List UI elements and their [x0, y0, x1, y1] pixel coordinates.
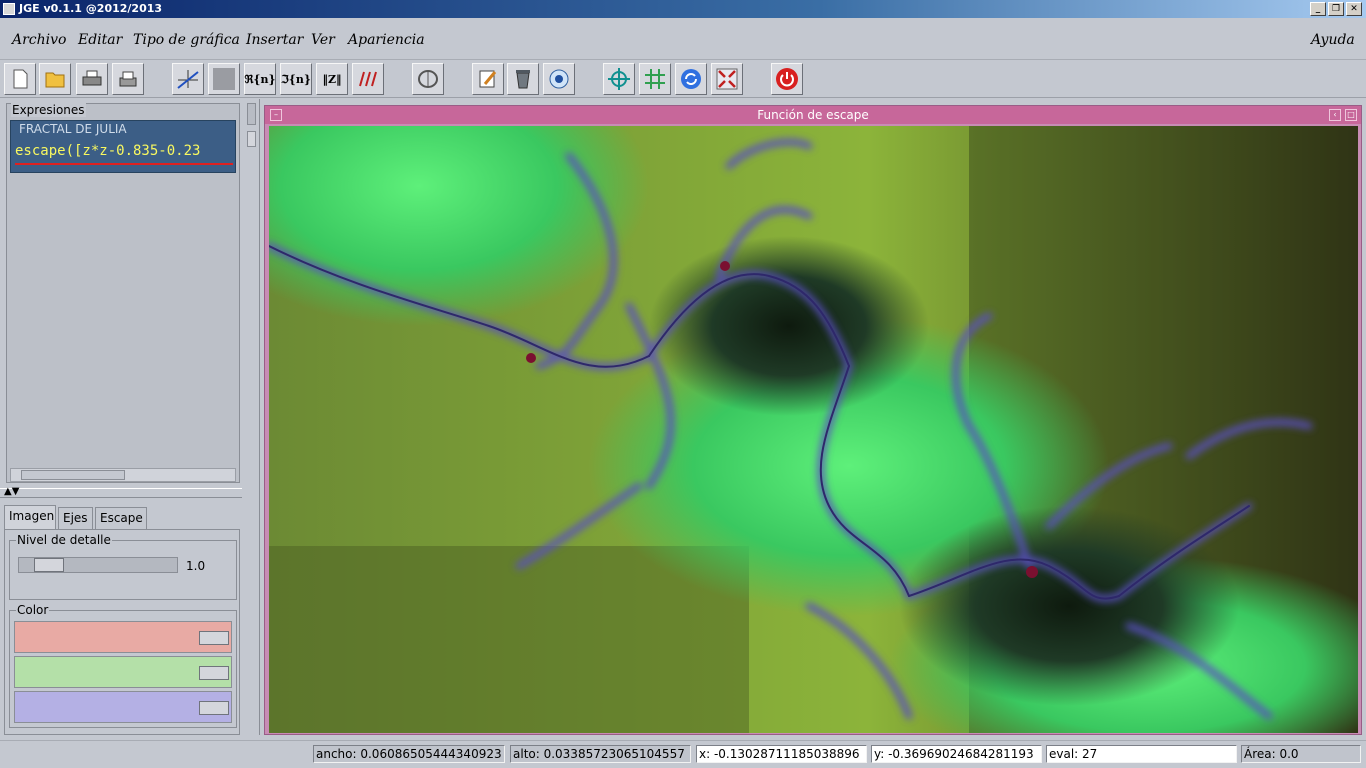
- tab-imagen[interactable]: Imagen: [4, 505, 56, 529]
- complex-plane-button[interactable]: [412, 63, 444, 95]
- status-alto: alto: 0.03385723065104557: [510, 745, 691, 763]
- menu-ayuda[interactable]: Ayuda: [1311, 32, 1355, 48]
- real-sequence-icon: ℜ{n}: [244, 72, 276, 86]
- left-panel: Expresiones FRACTAL DE JULIA escape([z*z…: [0, 99, 242, 735]
- zoom-fit-button[interactable]: [711, 63, 743, 95]
- color-label: Color: [16, 603, 50, 617]
- menu-tipo-de-grafica[interactable]: Tipo de gráfica: [133, 32, 240, 48]
- grid-icon: [645, 69, 665, 89]
- crosshair-button[interactable]: [603, 63, 635, 95]
- view-icon: [549, 69, 569, 89]
- exit-button[interactable]: [771, 63, 803, 95]
- scrollbar-thumb[interactable]: [21, 470, 125, 480]
- refresh-button[interactable]: [675, 63, 707, 95]
- modulus-button[interactable]: ‖Z‖: [316, 63, 348, 95]
- tab-ejes[interactable]: Ejes: [58, 507, 93, 529]
- graph-window-title: Función de escape: [757, 108, 869, 122]
- open-folder-button[interactable]: [39, 63, 71, 95]
- slider-knob[interactable]: [34, 558, 64, 572]
- detail-value: 1.0: [186, 559, 206, 573]
- green-bar-handle[interactable]: [199, 666, 229, 680]
- cartesian-plot-button[interactable]: [172, 63, 204, 95]
- detail-slider[interactable]: [18, 557, 178, 573]
- expression-underline: [15, 163, 233, 165]
- print-icon: [82, 70, 102, 86]
- tab-content: Nivel de detalle 1.0 Color: [4, 529, 240, 735]
- minimize-button[interactable]: _: [1310, 2, 1326, 16]
- graph-window-menu-icon[interactable]: –: [270, 109, 282, 121]
- expression-title: FRACTAL DE JULIA: [19, 122, 127, 136]
- restore-button[interactable]: ❐: [1328, 2, 1344, 16]
- panel-splitter[interactable]: ▲▼: [0, 486, 242, 498]
- status-area: Área: 0.0: [1241, 745, 1361, 763]
- modulus-icon: ‖Z‖: [322, 72, 342, 86]
- status-y: y: -0.36969024684281193: [871, 745, 1042, 763]
- red-color-bar[interactable]: [14, 621, 232, 653]
- splitter-arrows-icon[interactable]: ▲▼: [4, 486, 19, 497]
- expressions-label: Expresiones: [11, 103, 86, 117]
- open-folder-icon: [45, 72, 65, 88]
- power-icon: [776, 68, 798, 90]
- status-bar: ancho: 0.06086505444340923 alto: 0.03385…: [0, 740, 1366, 768]
- close-button[interactable]: ✕: [1346, 2, 1362, 16]
- red-bar-handle[interactable]: [199, 631, 229, 645]
- title-bar: JGE v0.1.1 @2012/2013 _ ❐ ✕: [0, 0, 1366, 18]
- new-file-button[interactable]: [4, 63, 36, 95]
- blue-color-bar[interactable]: [14, 691, 232, 723]
- status-ancho: ancho: 0.06086505444340923: [313, 745, 505, 763]
- zoom-fit-icon: [716, 68, 738, 90]
- graph-window: – Función de escape ‹ □: [264, 105, 1362, 735]
- edit-icon: [479, 70, 497, 88]
- status-eval: eval: 27: [1046, 745, 1237, 763]
- new-file-icon: [13, 69, 28, 89]
- vector-field-icon: [359, 71, 377, 87]
- status-x: x: -0.13028711185038896: [696, 745, 867, 763]
- edit-button[interactable]: [472, 63, 504, 95]
- toolbar: ℜ{n} ℑ{n} ‖Z‖: [0, 60, 1366, 98]
- print-preview-button[interactable]: [112, 63, 144, 95]
- graph-window-maximize-icon[interactable]: □: [1345, 109, 1357, 121]
- blue-bar-handle[interactable]: [199, 701, 229, 715]
- view-button[interactable]: [543, 63, 575, 95]
- tab-escape[interactable]: Escape: [95, 507, 147, 529]
- fractal-canvas[interactable]: [269, 126, 1358, 733]
- menu-ver[interactable]: Ver: [311, 32, 335, 48]
- color-group: Color: [9, 603, 237, 728]
- green-color-bar[interactable]: [14, 656, 232, 688]
- splitter-knob[interactable]: [247, 131, 256, 147]
- window-title: JGE v0.1.1 @2012/2013: [19, 2, 163, 15]
- delete-icon: [516, 70, 530, 89]
- menu-insertar[interactable]: Insertar: [246, 32, 303, 48]
- menu-editar[interactable]: Editar: [78, 32, 122, 48]
- menu-bar: Archivo Editar Tipo de gráfica Insertar …: [0, 18, 1366, 60]
- detail-group: Nivel de detalle 1.0: [9, 533, 237, 600]
- graph-window-titlebar[interactable]: – Función de escape ‹ □: [265, 106, 1361, 124]
- julia-fractal-image[interactable]: [269, 126, 1358, 733]
- grid-button[interactable]: [639, 63, 671, 95]
- horizontal-scrollbar[interactable]: [10, 468, 236, 482]
- graph-window-minimize-icon[interactable]: ‹: [1329, 109, 1341, 121]
- menu-apariencia[interactable]: Apariencia: [348, 32, 425, 48]
- real-sequence-button[interactable]: ℜ{n}: [244, 63, 276, 95]
- splitter-track: [247, 103, 256, 125]
- crosshair-icon: [608, 68, 630, 90]
- vertical-splitter[interactable]: [242, 99, 260, 735]
- menu-archivo[interactable]: Archivo: [12, 32, 66, 48]
- app-icon: [3, 3, 15, 15]
- imaginary-sequence-icon: ℑ{n}: [281, 72, 311, 86]
- expressions-panel: Expresiones FRACTAL DE JULIA escape([z*z…: [6, 103, 240, 483]
- imaginary-sequence-button[interactable]: ℑ{n}: [280, 63, 312, 95]
- cartesian-plot-icon: [177, 70, 199, 89]
- print-button[interactable]: [76, 63, 108, 95]
- refresh-icon: [681, 69, 701, 89]
- vector-field-button[interactable]: [352, 63, 384, 95]
- expression-formula[interactable]: escape([z*z-0.835-0.23: [15, 143, 233, 159]
- detail-label: Nivel de detalle: [16, 533, 112, 547]
- complex-plane-icon: [418, 70, 438, 88]
- grayed-plot-button[interactable]: [208, 63, 240, 95]
- delete-button[interactable]: [507, 63, 539, 95]
- print-preview-icon: [119, 71, 137, 87]
- grayed-plot-icon: [213, 68, 235, 90]
- expression-item[interactable]: FRACTAL DE JULIA escape([z*z-0.835-0.23: [10, 120, 236, 173]
